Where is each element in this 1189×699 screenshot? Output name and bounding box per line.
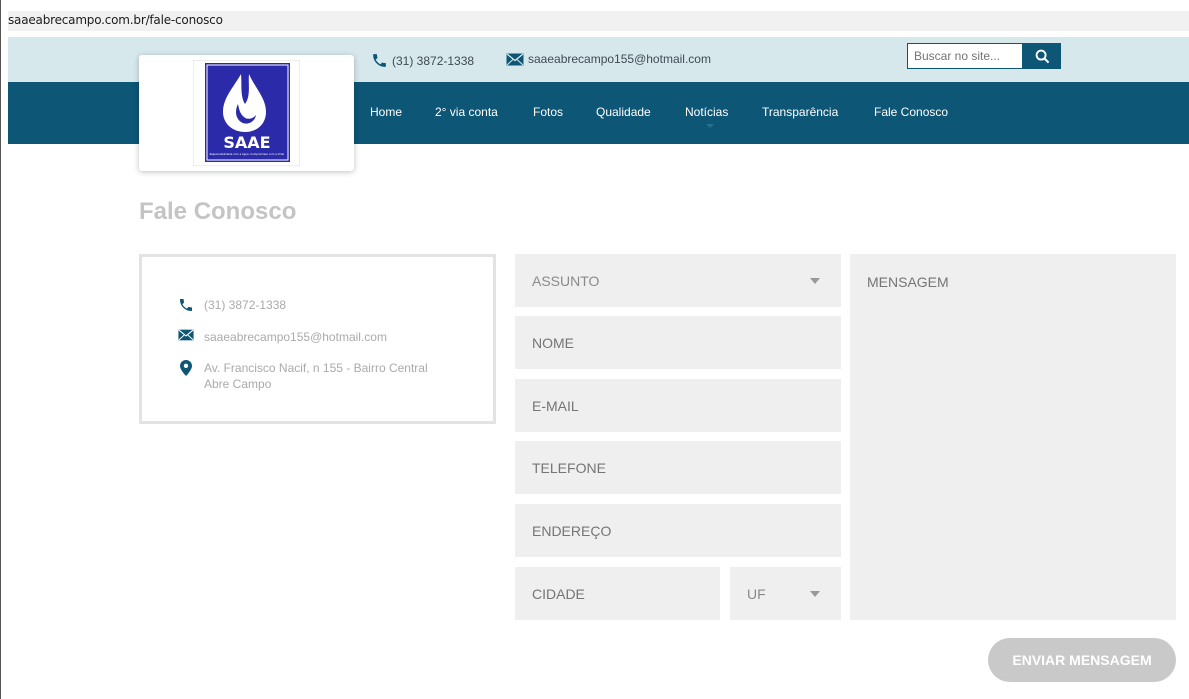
info-email: saaeabrecampo155@hotmail.com [178,329,387,345]
info-phone: (31) 3872-1338 [178,297,286,313]
info-address-text: Av. Francisco Nacif, n 155 - Bairro Cent… [204,360,428,392]
state-select[interactable]: UF [730,567,841,620]
nav-fale-conosco[interactable]: Fale Conosco [874,105,948,119]
header-phone[interactable]: (31) 3872-1338 [371,52,474,69]
nav-fotos[interactable]: Fotos [533,105,563,119]
header-phone-label: (31) 3872-1338 [392,53,475,68]
name-field[interactable] [515,316,841,369]
nav-home[interactable]: Home [370,105,402,119]
contact-info-card: (31) 3872-1338 saaeabrecampo155@hotmail.… [139,254,496,424]
email-field[interactable] [515,379,841,432]
address-field[interactable] [515,504,841,557]
address-line-2: Abre Campo [204,377,272,391]
address-line-1: Av. Francisco Nacif, n 155 - Bairro Cent… [204,361,428,375]
info-phone-text: (31) 3872-1338 [204,298,287,312]
state-select-label: UF [747,585,766,602]
saae-logo: SAAE Responsabilidade com a Água. Compro… [193,60,300,166]
chevron-down-icon [810,278,820,284]
phone-icon [373,54,386,67]
subject-select-label: ASSUNTO [532,272,600,289]
chevron-down-icon [706,124,714,128]
logo-text: SAAE [223,133,270,152]
message-textarea[interactable] [850,254,1176,620]
nav-qualidade[interactable]: Qualidade [596,105,651,119]
nav-segunda-via[interactable]: 2° via conta [435,105,498,119]
header-email[interactable]: saaeabrecampo155@hotmail.com [506,52,711,66]
nav-noticias[interactable]: Notícias [685,105,728,119]
header-email-label: saaeabrecampo155@hotmail.com [528,52,711,66]
map-pin-icon [180,360,192,376]
envelope-icon [178,329,194,341]
send-message-button[interactable]: ENVIAR MENSAGEM [988,638,1176,682]
phone-icon [180,299,192,311]
search-button[interactable] [1023,43,1061,69]
phone-field[interactable] [515,441,841,494]
logo-card[interactable]: SAAE Responsabilidade com a Água. Compro… [139,55,354,171]
nav-transparencia[interactable]: Transparência [762,105,838,119]
envelope-icon [506,52,524,65]
page-title: Fale Conosco [139,198,297,225]
search-input[interactable] [907,43,1023,69]
address-bar[interactable]: saaeabrecampo.com.br/fale-conosco [8,11,1189,31]
subject-select[interactable]: ASSUNTO [515,254,841,307]
info-address: Av. Francisco Nacif, n 155 - Bairro Cent… [178,360,428,392]
url-text: saaeabrecampo.com.br/fale-conosco [8,13,223,27]
search-icon [1035,49,1049,63]
window-edge [0,0,1,699]
city-field[interactable] [515,567,720,620]
chevron-down-icon [810,591,820,597]
info-email-text: saaeabrecampo155@hotmail.com [204,330,387,344]
